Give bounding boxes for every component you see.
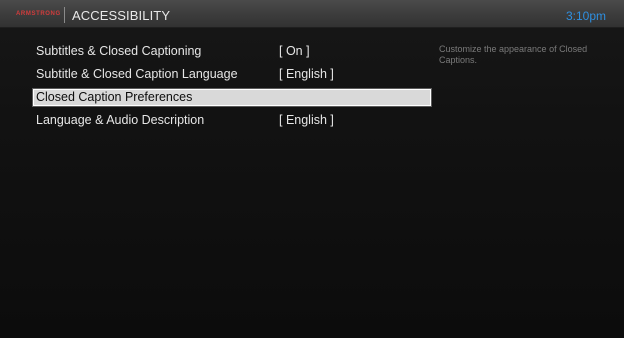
menu-item-closed-caption-preferences[interactable]: Closed Caption Preferences	[33, 89, 431, 106]
help-text: Customize the appearance of Closed Capti…	[439, 44, 588, 65]
menu-item-caption-language[interactable]: Subtitle & Closed Caption Language [ Eng…	[33, 66, 429, 83]
menu-item-label: Language & Audio Description	[36, 113, 205, 127]
menu-item-value: [ English ]	[279, 67, 334, 81]
menu-item-value: [ On ]	[279, 44, 310, 58]
menu-item-language-audio-description[interactable]: Language & Audio Description [ English ]	[33, 112, 429, 129]
menu-item-label: Subtitle & Closed Caption Language	[36, 67, 238, 81]
menu-item-label: Subtitles & Closed Captioning	[36, 44, 202, 58]
menu-item-label: Closed Caption Preferences	[36, 90, 193, 104]
menu-item-subtitles-closed-captioning[interactable]: Subtitles & Closed Captioning [ On ]	[33, 43, 429, 60]
menu-item-value: [ English ]	[279, 113, 334, 127]
